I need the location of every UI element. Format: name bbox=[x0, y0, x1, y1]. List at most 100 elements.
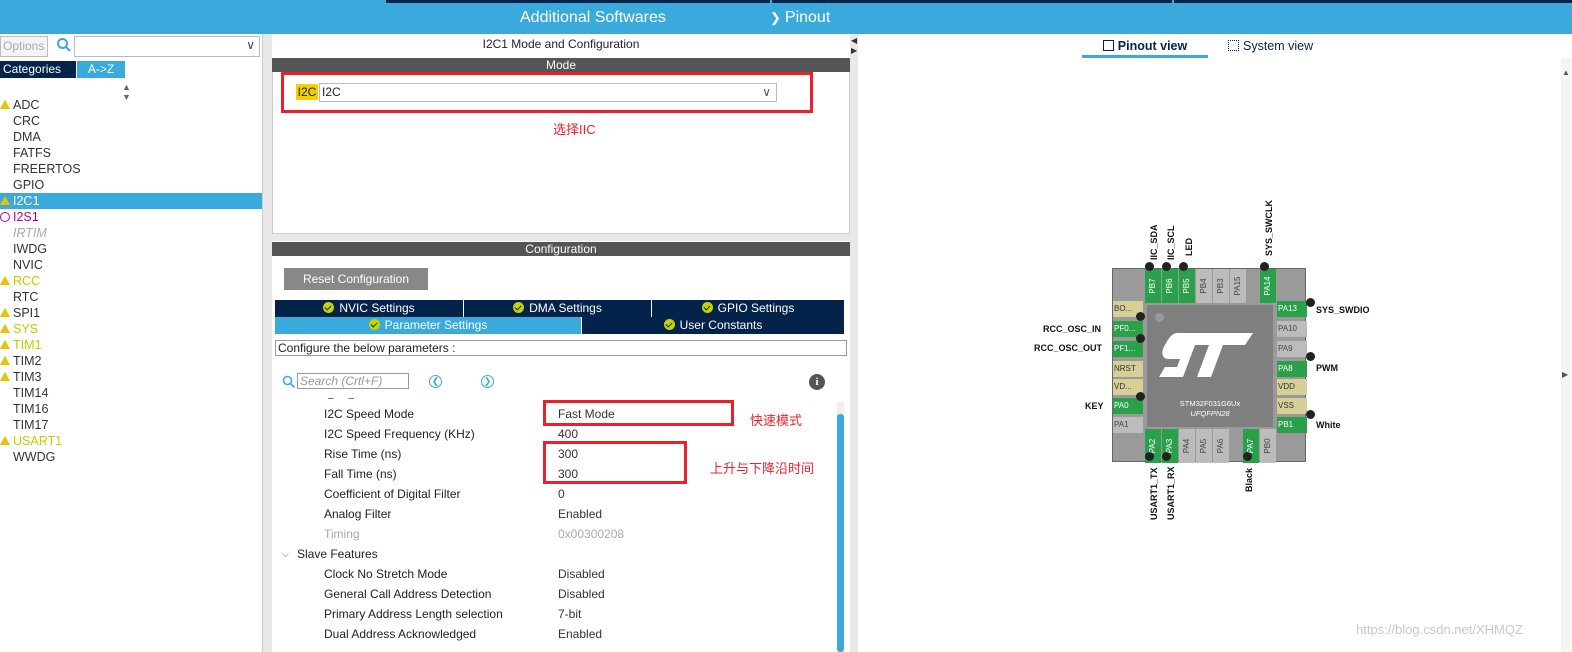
pin-pb6[interactable]: PB6 bbox=[1162, 269, 1178, 303]
pin-pa10[interactable]: PA10 bbox=[1277, 321, 1307, 337]
pin-pa4[interactable]: PA4 bbox=[1179, 429, 1195, 463]
param-value[interactable]: 0 bbox=[558, 484, 565, 504]
list-item[interactable]: RTC bbox=[0, 289, 262, 305]
pin-label-pwm: PWM bbox=[1316, 363, 1338, 373]
list-item[interactable]: NVIC bbox=[0, 257, 262, 273]
list-item[interactable]: FATFS bbox=[0, 145, 262, 161]
panel-splitter[interactable] bbox=[263, 34, 272, 652]
pin-pa13[interactable]: PA13 bbox=[1277, 301, 1307, 317]
param-value[interactable]: Enabled bbox=[558, 624, 602, 644]
list-item[interactable]: GPIO bbox=[0, 177, 262, 193]
list-item[interactable]: TIM14 bbox=[0, 385, 262, 401]
param-value[interactable]: 7-bit bbox=[558, 604, 581, 624]
table-row[interactable]: Primary Address Length selection 7-bit bbox=[272, 604, 832, 624]
list-item[interactable]: TIM16 bbox=[0, 401, 262, 417]
list-item[interactable]: CRC bbox=[0, 113, 262, 129]
pushpin-icon bbox=[1306, 298, 1315, 307]
pin-pb5[interactable]: PB5 bbox=[1179, 269, 1195, 303]
param-value[interactable]: Enabled bbox=[558, 504, 602, 524]
pin-pa5[interactable]: PA5 bbox=[1196, 429, 1212, 463]
table-row[interactable]: Coefficient of Digital Filter 0 bbox=[272, 484, 832, 504]
st-logo-icon bbox=[1159, 333, 1253, 377]
pin-pf1[interactable]: PF1... bbox=[1113, 341, 1143, 357]
search-input[interactable]: ∨ bbox=[74, 36, 260, 57]
list-item[interactable]: TIM1 bbox=[0, 337, 262, 353]
panel-splitter[interactable] bbox=[272, 234, 852, 241]
pin-pb3[interactable]: PB3 bbox=[1213, 269, 1229, 303]
list-item[interactable]: TIM2 bbox=[0, 353, 262, 369]
collapse-icon[interactable]: ◀ ▶ bbox=[851, 36, 857, 56]
panel-title: I2C1 Mode and Configuration bbox=[482, 37, 640, 51]
panel-splitter[interactable]: ◀ ▶ bbox=[850, 34, 858, 652]
pin-nrst[interactable]: NRST bbox=[1113, 361, 1143, 377]
list-item[interactable]: IRTIM bbox=[0, 225, 262, 241]
tab-additional-softwares[interactable]: Additional Softwares bbox=[520, 9, 666, 27]
pin-pa9[interactable]: PA9 bbox=[1277, 341, 1307, 357]
tab-pinout[interactable]: ❯ Pinout bbox=[770, 9, 830, 27]
param-key: Clock No Stretch Mode bbox=[324, 567, 448, 581]
annotation-text: 上升与下降沿时间 bbox=[710, 461, 815, 476]
list-item[interactable]: RCC bbox=[0, 273, 262, 289]
search-input[interactable]: Search (Crtl+F) bbox=[297, 373, 409, 389]
list-item[interactable]: WWDG bbox=[0, 449, 262, 465]
tab-parameter-settings[interactable]: Parameter Settings bbox=[275, 317, 582, 334]
pin-pa6[interactable]: PA6 bbox=[1213, 429, 1229, 463]
next-icon[interactable]: ❯ bbox=[481, 375, 494, 388]
pin-vss[interactable]: VSS bbox=[1277, 398, 1307, 414]
reset-configuration-button[interactable]: Reset Configuration bbox=[284, 268, 428, 290]
table-row[interactable]: Clock No Stretch Mode Disabled bbox=[272, 564, 832, 584]
list-item[interactable]: TIM17 bbox=[0, 417, 262, 433]
pin-pb0[interactable]: PB0 bbox=[1260, 429, 1276, 463]
info-icon[interactable]: i bbox=[809, 374, 825, 390]
table-row[interactable]: Dual Address Acknowledged Enabled bbox=[272, 624, 832, 644]
list-item[interactable]: SPI1 bbox=[0, 305, 262, 321]
scrollbar[interactable]: ▲ ▶ bbox=[1561, 58, 1571, 652]
list-item[interactable]: ADC bbox=[0, 97, 262, 113]
pin-label: PA14 bbox=[1263, 276, 1272, 296]
tab-a-z[interactable]: A->Z bbox=[77, 61, 125, 78]
previous-icon[interactable]: ❮ bbox=[429, 375, 442, 388]
pin-pb1[interactable]: PB1 bbox=[1277, 417, 1307, 433]
pin-vdd[interactable]: VDD bbox=[1277, 379, 1307, 395]
collapse-icon[interactable]: ▶ bbox=[1562, 370, 1568, 379]
chevron-down-icon[interactable]: ∨ bbox=[246, 38, 255, 52]
pin-pb7[interactable]: PB7 bbox=[1145, 269, 1161, 303]
list-item[interactable]: IWDG bbox=[0, 241, 262, 257]
pushpin-icon bbox=[1136, 334, 1145, 343]
table-row[interactable]: Analog Filter Enabled bbox=[272, 504, 832, 524]
mcu-chip[interactable]: PB7 PB6 PB5 PB4 PB3 PA15 PA14 PA2 PA3 PA… bbox=[1112, 268, 1307, 463]
list-item[interactable]: FREERTOS bbox=[0, 161, 262, 177]
pin1-marker bbox=[1155, 313, 1164, 322]
param-key: Fall Time (ns) bbox=[324, 467, 397, 481]
pin-pa8[interactable]: PA8 bbox=[1277, 361, 1307, 377]
list-item[interactable]: TIM3 bbox=[0, 369, 262, 385]
list-item-selected[interactable]: I2C1 bbox=[0, 193, 262, 209]
pin-pa14[interactable]: PA14 bbox=[1260, 269, 1276, 303]
top-toolbar: Additional Softwares ❯ Pinout bbox=[0, 0, 1572, 34]
table-row[interactable]: General Call Address Detection Disabled bbox=[272, 584, 832, 604]
pin-pa15[interactable]: PA15 bbox=[1230, 269, 1246, 303]
tab-categories[interactable]: Categories bbox=[0, 61, 76, 78]
list-item[interactable]: DMA bbox=[0, 129, 262, 145]
options-button[interactable]: Options bbox=[0, 36, 48, 57]
pin-pb4[interactable]: PB4 bbox=[1196, 269, 1212, 303]
list-item[interactable]: I2S1 bbox=[0, 209, 262, 225]
tab-user-constants[interactable]: User Constants bbox=[582, 317, 845, 334]
list-item[interactable]: SYS bbox=[0, 321, 262, 337]
param-value[interactable]: Disabled bbox=[558, 584, 605, 604]
pin-pa1[interactable]: PA1 bbox=[1113, 417, 1143, 433]
param-value[interactable]: Disabled bbox=[558, 564, 605, 584]
tab-nvic-settings[interactable]: NVIC Settings bbox=[275, 300, 464, 317]
scrollbar-thumb[interactable] bbox=[837, 414, 844, 652]
tab-system-view[interactable]: System view bbox=[1228, 38, 1328, 58]
tab-pinout-view[interactable]: Pinout view bbox=[1082, 38, 1208, 58]
tab-dma-settings[interactable]: DMA Settings bbox=[464, 300, 652, 317]
chevron-down-icon[interactable]: ⌵ bbox=[282, 544, 289, 564]
list-item[interactable]: USART1 bbox=[0, 433, 262, 449]
chevron-up-icon[interactable]: ▲ bbox=[1562, 68, 1570, 77]
group-slave-features[interactable]: ⌵ Slave Features bbox=[272, 544, 832, 564]
tab-gpio-settings[interactable]: GPIO Settings bbox=[652, 300, 845, 317]
scrollbar[interactable] bbox=[837, 402, 844, 652]
toolbar-indicator bbox=[386, 0, 770, 3]
grid-icon bbox=[1228, 40, 1239, 51]
